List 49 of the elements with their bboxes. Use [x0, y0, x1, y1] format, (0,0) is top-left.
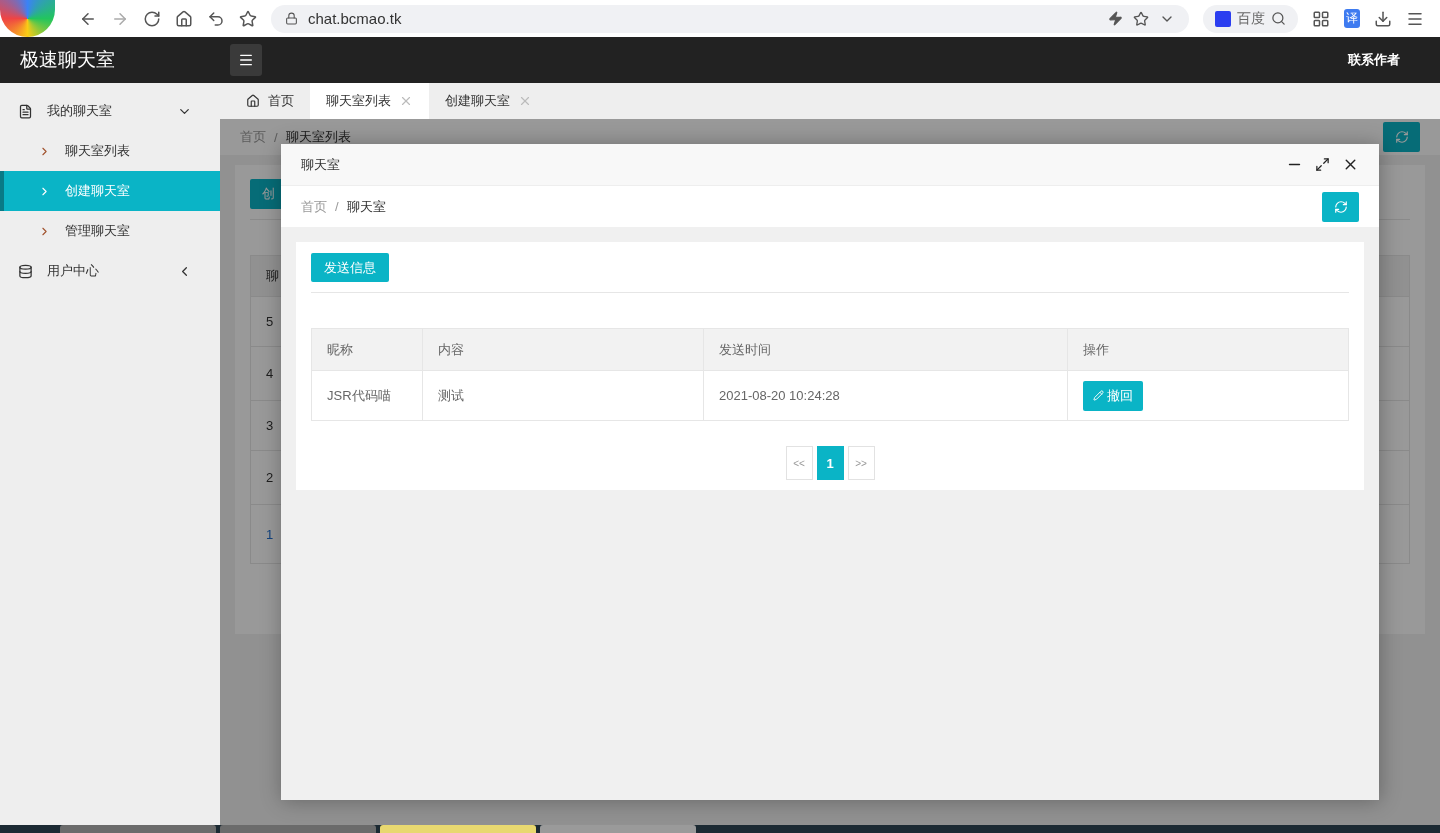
- refresh-icon: [1333, 199, 1348, 214]
- column-header: 操作: [1067, 328, 1349, 371]
- reload-icon[interactable]: [143, 9, 161, 28]
- grid-icon[interactable]: [1312, 9, 1330, 28]
- database-icon: [18, 263, 33, 279]
- sidebar-subitem[interactable]: 聊天室列表: [0, 131, 220, 171]
- star-icon[interactable]: [1133, 10, 1149, 27]
- tab[interactable]: 首页: [230, 83, 310, 119]
- column-header: 内容: [422, 328, 704, 371]
- breadcrumb-link[interactable]: 首页: [301, 197, 327, 216]
- column-header: 昵称: [311, 328, 423, 371]
- maximize-icon[interactable]: [1315, 157, 1330, 172]
- refresh-icon: [1394, 130, 1409, 144]
- document-icon: [18, 103, 33, 119]
- search-box[interactable]: 百度: [1203, 4, 1298, 33]
- search-engine-label: 百度: [1237, 9, 1265, 28]
- address-bar[interactable]: chat.bcmao.tk: [271, 4, 1189, 33]
- breadcrumb-current: 聊天室列表: [285, 128, 351, 146]
- table-cell: 测试: [422, 370, 704, 421]
- sidebar-item[interactable]: 用户中心: [0, 251, 220, 291]
- sidebar-item[interactable]: 我的聊天室: [0, 91, 220, 131]
- url-text: chat.bcmao.tk: [308, 10, 403, 27]
- tab[interactable]: 聊天室列表: [310, 83, 429, 119]
- previous-page-button[interactable]: <<: [785, 446, 813, 480]
- star-icon[interactable]: [239, 9, 257, 28]
- dialog-title: 聊天室: [301, 155, 341, 174]
- download-icon[interactable]: [1374, 9, 1392, 28]
- app-title: 极速聊天室: [19, 48, 116, 72]
- menu-icon: [238, 52, 254, 68]
- tab[interactable]: 创建聊天室: [429, 83, 548, 119]
- table-cell: 2021-08-20 10:24:28: [703, 370, 1068, 421]
- table-cell: JSR代码喵: [311, 370, 423, 421]
- column-header: 发送时间: [703, 328, 1068, 371]
- translate-button[interactable]: 译: [1344, 9, 1360, 28]
- home-icon: [246, 94, 260, 108]
- undo-icon[interactable]: [207, 9, 225, 28]
- search-icon[interactable]: [1271, 11, 1286, 26]
- contact-author-link[interactable]: 联系作者: [1348, 51, 1400, 69]
- breadcrumb-separator: /: [274, 129, 278, 145]
- pencil-icon: [1093, 390, 1104, 401]
- lightning-icon[interactable]: [1108, 11, 1123, 26]
- next-page-button[interactable]: >>: [847, 446, 875, 480]
- home-icon[interactable]: [175, 9, 193, 28]
- sidebar-subitem[interactable]: 管理聊天室: [0, 211, 220, 251]
- browser-logo: [0, 0, 55, 37]
- menu-button[interactable]: [230, 44, 262, 76]
- lock-icon: [285, 12, 298, 25]
- breadcrumb-current: 聊天室: [346, 197, 386, 216]
- breadcrumb-separator: /: [335, 199, 339, 214]
